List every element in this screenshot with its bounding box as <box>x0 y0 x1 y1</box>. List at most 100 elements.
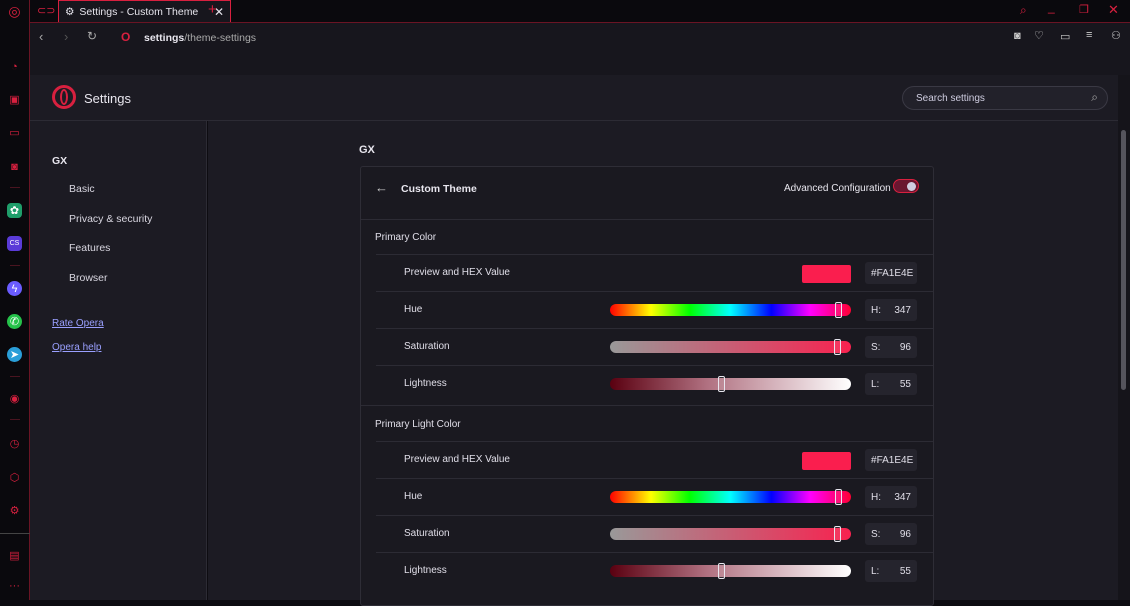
gamepad-icon[interactable]: ⊂⊃ <box>37 4 55 17</box>
twitch-icon[interactable]: ▭ <box>7 125 22 140</box>
search-placeholder: Search settings <box>916 93 985 104</box>
battery-icon[interactable]: ▭ <box>1060 30 1070 43</box>
chatgpt-icon[interactable]: ✿ <box>7 203 22 218</box>
lightness-slider[interactable] <box>610 563 851 579</box>
hue-input[interactable]: H: 347 <box>865 299 917 321</box>
new-tab-button[interactable]: + <box>208 1 217 18</box>
hue-input[interactable]: H: 347 <box>865 486 917 508</box>
preview-hex-row: Preview and HEX Value # FA1E4E <box>376 441 933 478</box>
hue-prefix: H: <box>871 304 881 316</box>
color-preview-swatch[interactable] <box>802 265 851 283</box>
easy-setup-icon[interactable]: ≡ <box>1086 29 1092 41</box>
tab-bar: ⊂⊃ ⚙ Settings - Custom Theme ✕ + ⌕ _ ❐ ✕ <box>30 0 1130 23</box>
back-arrow-icon[interactable]: ← <box>375 180 388 195</box>
nav-item-features[interactable]: Features <box>69 242 110 254</box>
tab-settings[interactable]: ⚙ Settings - Custom Theme ✕ <box>58 0 231 23</box>
scrollbar[interactable] <box>1118 75 1130 600</box>
forward-button[interactable]: › <box>64 29 68 44</box>
saturation-row: Saturation S: 96 <box>376 328 933 365</box>
row-label: Saturation <box>404 528 450 539</box>
hue-slider[interactable] <box>610 302 851 318</box>
profile-icon[interactable]: ⚇ <box>1111 29 1121 42</box>
minimize-button[interactable]: _ <box>1048 0 1055 14</box>
advanced-config-toggle[interactable] <box>893 179 919 193</box>
row-label: Preview and HEX Value <box>404 267 510 278</box>
section-title: Primary Light Color <box>375 419 461 430</box>
primary-color-section: Primary Color Preview and HEX Value # FA1… <box>361 220 933 407</box>
divider <box>361 405 933 406</box>
nav-group-gx[interactable]: GX <box>52 155 67 167</box>
nav-item-browser[interactable]: Browser <box>69 272 108 284</box>
saturation-input[interactable]: S: 96 <box>865 523 917 545</box>
hex-input[interactable]: # FA1E4E <box>865 262 917 284</box>
hue-slider-thumb[interactable] <box>835 489 843 505</box>
saturation-slider[interactable] <box>610 526 851 542</box>
back-button[interactable]: ‹ <box>39 29 43 44</box>
lightness-input[interactable]: L: 55 <box>865 560 917 582</box>
gear-icon: ⚙ <box>65 6 75 18</box>
lightness-slider-thumb[interactable] <box>717 563 725 579</box>
rate-opera-link[interactable]: Rate Opera <box>52 318 104 329</box>
page-title: Settings <box>84 91 131 106</box>
saturation-slider-thumb[interactable] <box>834 526 842 542</box>
saturation-input[interactable]: S: 96 <box>865 336 917 358</box>
opera-icon: O <box>121 30 131 44</box>
saturation-row: Saturation S: 96 <box>376 515 933 552</box>
settings-nav: GX Basic Privacy & security Features Bro… <box>30 121 207 600</box>
opera-help-link[interactable]: Opera help <box>52 342 101 353</box>
settings-header: Settings Search settings ⌕ <box>30 75 1118 121</box>
preview-hex-row: Preview and HEX Value # FA1E4E <box>376 254 933 291</box>
close-window-button[interactable]: ✕ <box>1108 2 1119 18</box>
scrollbar-thumb[interactable] <box>1121 130 1126 390</box>
gx-corner-icon[interactable]: ▣ <box>7 92 22 107</box>
search-icon: ⌕ <box>1091 90 1098 104</box>
nav-item-basic[interactable]: Basic <box>69 183 95 195</box>
hex-value: FA1E4E <box>876 454 914 466</box>
color-preview-swatch[interactable] <box>802 452 851 470</box>
page-top <box>30 52 1130 75</box>
more-icon[interactable]: ··· <box>7 578 22 593</box>
row-label: Preview and HEX Value <box>404 454 510 465</box>
hue-slider[interactable] <box>610 489 851 505</box>
nav-item-privacy-security[interactable]: Privacy & security <box>69 213 152 225</box>
cs-icon[interactable]: CS <box>7 236 22 251</box>
section-title: Primary Color <box>375 232 437 243</box>
hue-value: 347 <box>894 304 911 316</box>
settings-gear-icon[interactable]: ⚙ <box>7 503 22 518</box>
lightness-row: Lightness L: 55 <box>376 552 933 589</box>
row-label: Hue <box>404 491 423 502</box>
telegram-icon[interactable]: ➤ <box>7 347 22 362</box>
gallery-icon[interactable]: ▤ <box>7 548 22 563</box>
whatsapp-icon[interactable]: ✆ <box>7 314 22 329</box>
speed-dial-icon[interactable]: ◔ <box>7 59 22 74</box>
lightness-slider[interactable] <box>610 376 851 392</box>
search-settings-input[interactable]: Search settings ⌕ <box>902 86 1108 110</box>
hue-row: Hue H: 347 <box>376 478 933 515</box>
saturation-slider[interactable] <box>610 339 851 355</box>
hex-input[interactable]: # FA1E4E <box>865 449 917 471</box>
row-label: Lightness <box>404 378 447 389</box>
saturation-prefix: S: <box>871 528 881 540</box>
saturation-slider-thumb[interactable] <box>834 339 842 355</box>
opera-gx-logo-icon[interactable]: ◎ <box>7 3 22 19</box>
lightness-input[interactable]: L: 55 <box>865 373 917 395</box>
player-icon[interactable]: ◉ <box>7 391 22 406</box>
instagram-icon[interactable]: ◙ <box>7 159 22 174</box>
extensions-icon[interactable]: ⬡ <box>7 470 22 485</box>
card-title: Custom Theme <box>401 183 477 195</box>
messenger-icon[interactable]: ϟ <box>7 281 22 296</box>
lightness-slider-thumb[interactable] <box>717 376 725 392</box>
snapshot-icon[interactable]: ◙ <box>1014 30 1021 42</box>
url-field[interactable]: settings/theme-settings <box>144 32 256 44</box>
section-heading: GX <box>359 144 375 156</box>
restore-button[interactable]: ❐ <box>1079 3 1089 16</box>
lightness-value: 55 <box>899 565 911 577</box>
search-tabs-icon[interactable]: ⌕ <box>1020 3 1027 18</box>
history-icon[interactable]: ◷ <box>7 436 22 451</box>
heart-icon[interactable]: ♡ <box>1034 29 1044 42</box>
hue-slider-thumb[interactable] <box>835 302 843 318</box>
tab-title: Settings - Custom Theme <box>79 6 199 18</box>
lightness-value: 55 <box>899 378 911 390</box>
reload-button[interactable]: ↻ <box>87 29 97 43</box>
opera-sidebar: ◎ ◔ ▣ ▭ ◙ ✿ CS ϟ ✆ ➤ ◉ ◷ ⬡ ⚙ ▤ ··· <box>0 0 30 600</box>
